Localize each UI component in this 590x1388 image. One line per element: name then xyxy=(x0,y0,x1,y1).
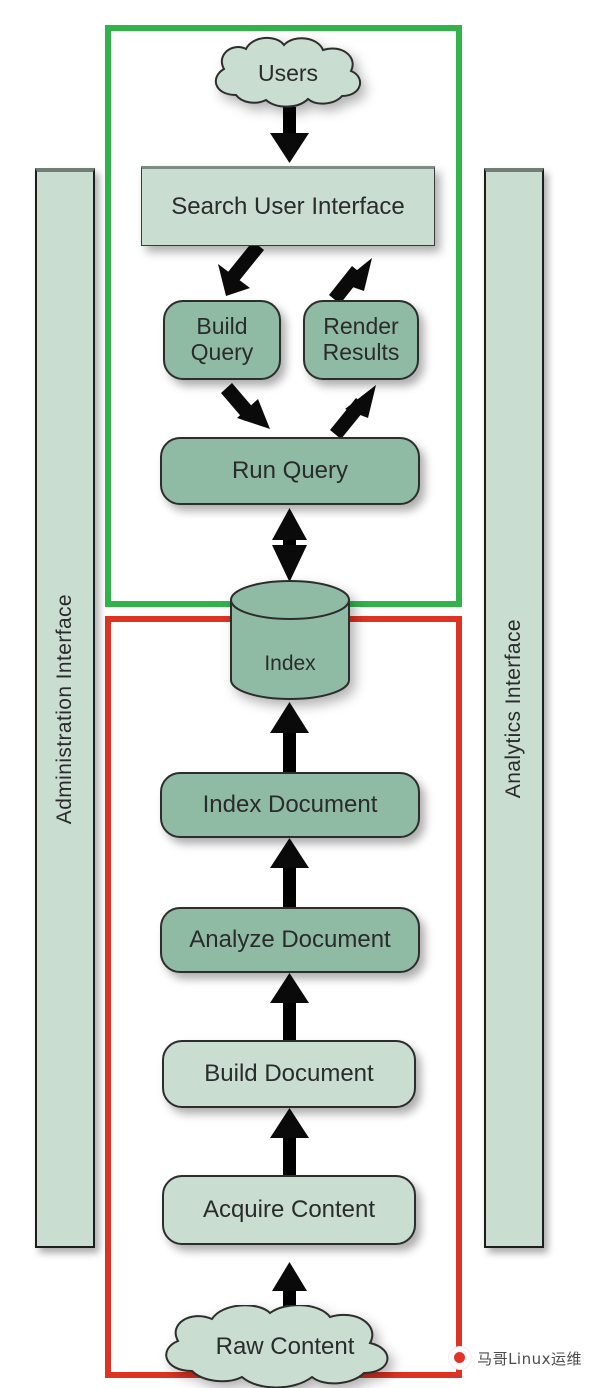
node-run-query-label: Run Query xyxy=(231,456,349,484)
node-index-label: Index xyxy=(264,652,316,675)
node-acquire-content-label: Acquire Content xyxy=(202,1195,376,1223)
diagram-canvas: Administration Interface Analytics Inter… xyxy=(0,0,590,1388)
index-group-box xyxy=(105,616,462,1378)
node-build-document[interactable]: Build Document xyxy=(162,1040,416,1108)
node-build-query-label-line1: Build xyxy=(196,313,248,340)
watermark-logo-icon xyxy=(448,1346,473,1370)
node-render-results[interactable]: Render Results xyxy=(303,300,419,380)
analytics-interface-label: Analytics Interface xyxy=(502,619,525,799)
watermark-text: 马哥Linux运维 xyxy=(477,1349,582,1368)
node-analyze-document-label: Analyze Document xyxy=(189,925,391,953)
node-acquire-content[interactable]: Acquire Content xyxy=(162,1175,416,1245)
analytics-interface-bar[interactable]: Analytics Interface xyxy=(484,168,544,1248)
node-index-document-label: Index Document xyxy=(202,790,378,818)
node-build-query-label-line2: Query xyxy=(190,339,254,365)
node-search-user-interface-label: Search User Interface xyxy=(171,192,405,220)
node-raw-content[interactable]: Raw Content xyxy=(152,1305,418,1388)
node-index-document[interactable]: Index Document xyxy=(160,772,420,838)
administration-interface-label: Administration Interface xyxy=(53,593,76,825)
node-raw-content-label: Raw Content xyxy=(215,1332,355,1360)
watermark: 马哥Linux运维 xyxy=(448,1346,582,1370)
node-render-results-label-line1: Render xyxy=(323,313,399,340)
node-analyze-document[interactable]: Analyze Document xyxy=(160,907,420,973)
node-run-query[interactable]: Run Query xyxy=(160,437,420,505)
node-users[interactable]: Users xyxy=(202,33,374,113)
administration-interface-bar[interactable]: Administration Interface xyxy=(35,168,95,1248)
node-render-results-label-line2: Results xyxy=(322,339,400,365)
node-users-label: Users xyxy=(257,59,319,86)
node-index[interactable]: Index xyxy=(228,580,352,700)
node-build-document-label: Build Document xyxy=(204,1059,374,1087)
node-search-user-interface[interactable]: Search User Interface xyxy=(141,166,435,246)
node-build-query[interactable]: Build Query xyxy=(163,300,281,380)
